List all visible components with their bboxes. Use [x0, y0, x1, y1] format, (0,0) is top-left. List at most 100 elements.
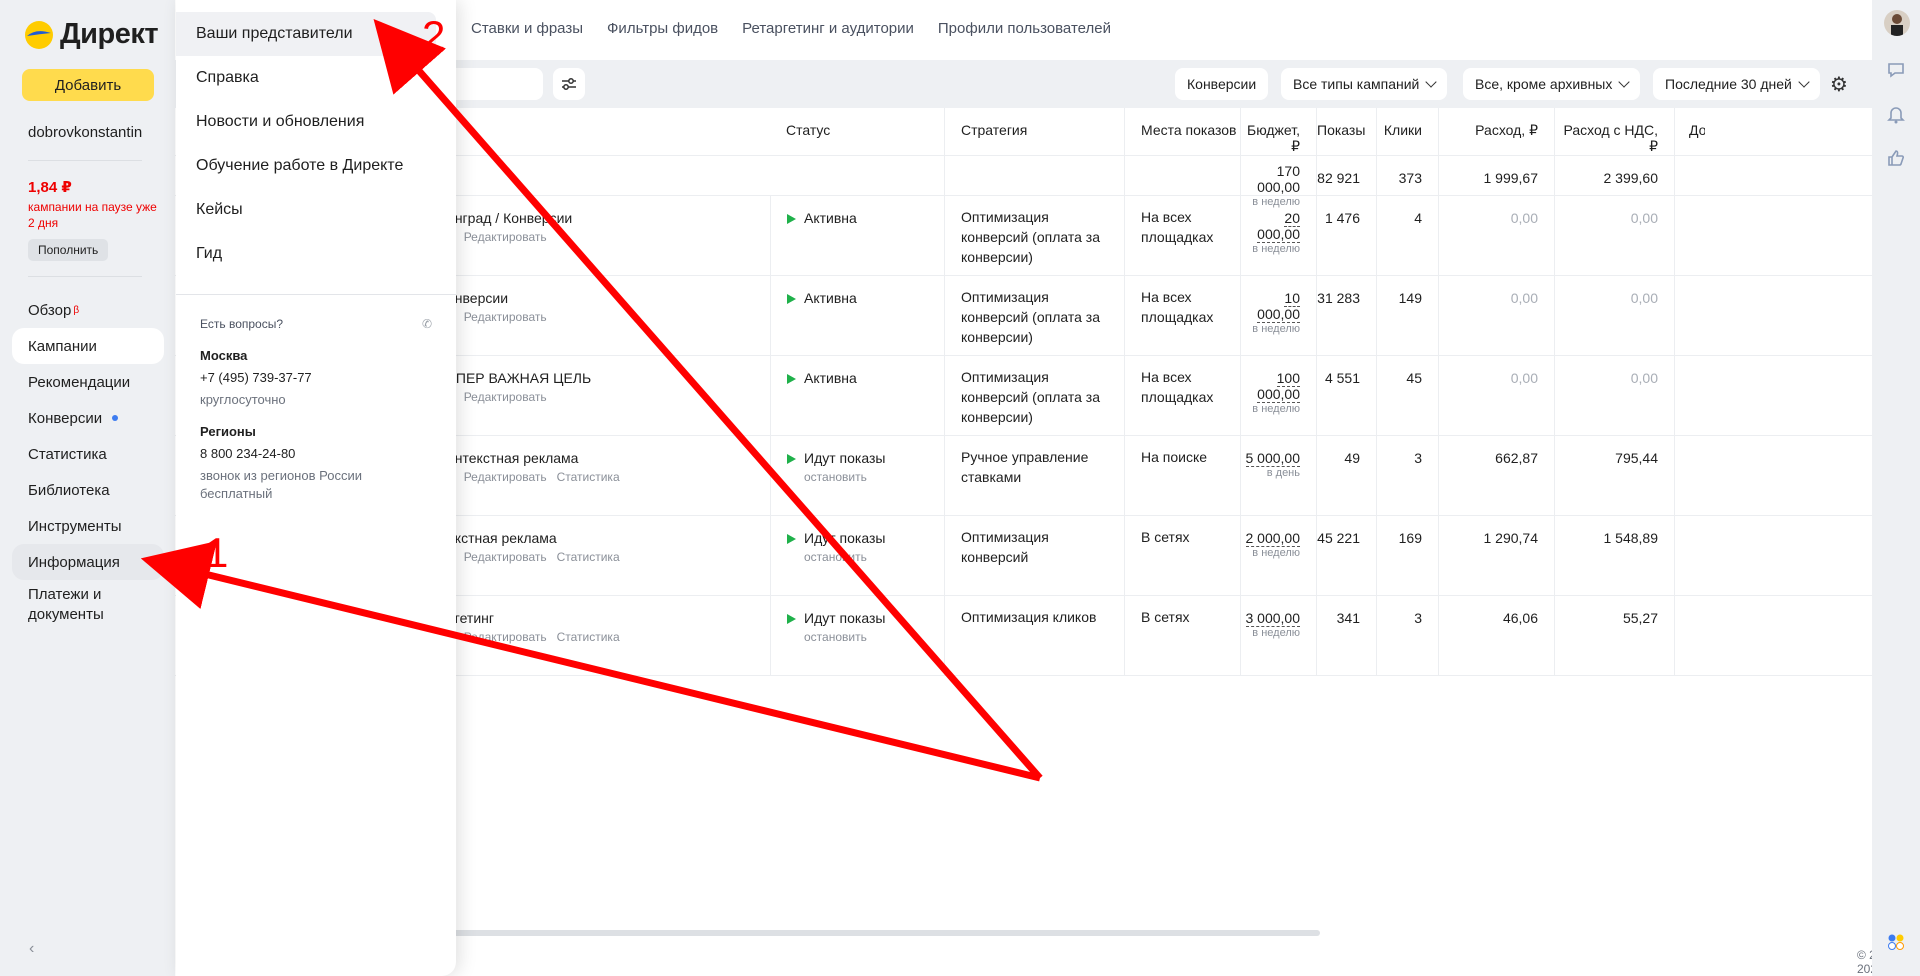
budget-period: в неделю [1252, 627, 1300, 639]
impressions-cell: 45 221 [1317, 516, 1377, 595]
spend-cell: 46,06 [1439, 596, 1555, 675]
col-spend[interactable]: Расход, ₽ [1439, 108, 1555, 155]
sidebar-item-conversions[interactable]: Конверсии [12, 400, 164, 436]
gear-icon[interactable]: ⚙ [1830, 72, 1848, 97]
campaign-actions[interactable]: и Редактировать Статистика [447, 550, 770, 564]
tab-user-profiles[interactable]: Профили пользователей [938, 20, 1111, 37]
campaign-actions[interactable]: и Редактировать [447, 390, 770, 404]
period-select[interactable]: Последние 30 дней [1653, 68, 1820, 100]
apps-icon[interactable] [1884, 930, 1908, 954]
col-status[interactable]: Статус [770, 108, 945, 155]
divider [28, 160, 142, 161]
budget-value[interactable]: 3 000,00 [1245, 610, 1300, 627]
campaign-actions[interactable]: и Редактировать [447, 310, 770, 324]
sidebar-item-label: Инструменты [28, 517, 122, 535]
collapse-sidebar-icon[interactable]: ‹ [29, 940, 34, 958]
left-sidebar: Директ Добавить dobrovkonstantin 1,84 ₽ … [0, 0, 175, 976]
chip-label: Последние 30 дней [1665, 76, 1792, 92]
bell-icon[interactable] [1884, 102, 1908, 126]
stop-link[interactable]: остановить [787, 550, 944, 564]
campaign-name-cell: екстная реклама и Редактировать Статистик… [447, 516, 770, 595]
stop-link[interactable]: остановить [787, 470, 944, 484]
clicks-cell: 4 [1377, 196, 1439, 275]
strategy-cell: Оптимизация конверсий [945, 516, 1125, 595]
col-clicks[interactable]: Клики [1377, 108, 1439, 155]
sidebar-nav: Обзор β Кампании Рекомендации Конверсии С… [12, 292, 164, 630]
sidebar-item-statistics[interactable]: Статистика [12, 436, 164, 472]
impressions-cell: 31 283 [1317, 276, 1377, 355]
menu-item-cases[interactable]: Кейсы [176, 188, 456, 232]
tab-retargeting[interactable]: Ретаргетинг и аудитории [742, 20, 914, 37]
campaign-name[interactable]: инград / Конверсии [447, 210, 770, 226]
campaign-actions[interactable]: и Редактировать Статистика [447, 630, 770, 644]
play-icon [787, 294, 796, 305]
sidebar-item-label: Библиотека [28, 481, 110, 499]
chat-icon[interactable] [1884, 58, 1908, 82]
sidebar-item-information[interactable]: Информация [12, 544, 164, 580]
sidebar-item-library[interactable]: Библиотека [12, 472, 164, 508]
moscow-phone[interactable]: +7 (495) 739-37-77 [200, 369, 432, 387]
places-cell: На всех площадках [1125, 356, 1241, 435]
spend-vat-cell: 55,27 [1555, 596, 1675, 675]
username[interactable]: dobrovkonstantin [28, 124, 142, 141]
balance-amount: 1,84 ₽ [28, 179, 72, 196]
phone-icon: ✆ [421, 317, 432, 331]
menu-item-representatives[interactable]: Ваши представители [176, 12, 436, 56]
total-impressions: 82 921 [1317, 156, 1377, 195]
menu-item-help[interactable]: Справка [176, 56, 456, 100]
budget-value[interactable]: 20 000,00 [1257, 210, 1300, 243]
col-spend-vat[interactable]: Расход с НДС, ₽ [1555, 108, 1675, 155]
horizontal-scrollbar[interactable] [360, 930, 1320, 936]
tab-bids-phrases[interactable]: Ставки и фразы [471, 20, 583, 37]
sidebar-item-label: Информация [28, 553, 120, 571]
campaign-type-select[interactable]: Все типы кампаний [1281, 68, 1448, 100]
campaign-name[interactable]: онверсии [447, 290, 770, 306]
sidebar-item-campaigns[interactable]: Кампании [12, 328, 164, 364]
col-impressions[interactable]: Показы [1317, 108, 1377, 155]
menu-item-guide[interactable]: Гид [176, 232, 456, 276]
campaign-name[interactable]: УПЕР ВАЖНАЯ ЦЕЛЬ [447, 370, 770, 386]
total-budget: 170 000,00 в неделю [1241, 156, 1317, 208]
col-strategy[interactable]: Стратегия [945, 108, 1125, 155]
budget-value[interactable]: 10 000,00 [1257, 290, 1300, 323]
campaign-name[interactable]: ргетинг [447, 610, 770, 626]
regions-phone[interactable]: 8 800 234-24-80 [200, 445, 432, 463]
campaign-actions[interactable]: и Редактировать Статистика [447, 470, 770, 484]
sidebar-item-payments[interactable]: Платежи и документы [12, 580, 164, 630]
topup-button[interactable]: Пополнить [28, 239, 109, 261]
moscow-note: круглосуточно [200, 392, 286, 407]
conversions-toggle[interactable]: Конверсии [1175, 68, 1269, 100]
budget-value[interactable]: 5 000,00 [1245, 450, 1300, 467]
col-places[interactable]: Места показов [1125, 108, 1241, 155]
brand-logo[interactable]: Директ [24, 18, 159, 51]
status-text: Активна [804, 210, 857, 226]
stop-link[interactable]: остановить [787, 630, 944, 644]
chevron-down-icon [1618, 76, 1631, 88]
clicks-cell: 3 [1377, 596, 1439, 675]
campaign-name-cell: инград / Конверсии и Редактировать [447, 196, 770, 275]
add-button[interactable]: Добавить [22, 69, 154, 101]
avatar[interactable] [1884, 10, 1910, 36]
spend-vat-cell: 0,00 [1555, 356, 1675, 435]
menu-item-training[interactable]: Обучение работе в Директе [176, 144, 456, 188]
tab-feed-filters[interactable]: Фильтры фидов [607, 20, 718, 37]
thumbs-up-icon[interactable] [1884, 146, 1908, 170]
col-extra[interactable]: До [1675, 108, 1705, 155]
menu-item-news[interactable]: Новости и обновления [176, 100, 456, 144]
sidebar-item-overview[interactable]: Обзор β [12, 292, 164, 328]
budget-period: в день [1266, 467, 1300, 479]
right-rail [1872, 0, 1920, 976]
play-icon [787, 214, 796, 225]
sidebar-item-tools[interactable]: Инструменты [12, 508, 164, 544]
campaign-actions[interactable]: и Редактировать [447, 230, 770, 244]
archive-filter-select[interactable]: Все, кроме архивных [1463, 68, 1641, 100]
clicks-cell: 169 [1377, 516, 1439, 595]
col-budget[interactable]: Бюджет, ₽ [1241, 108, 1317, 155]
campaign-name-cell: онтекстная реклама и Редактировать Статис… [447, 436, 770, 515]
filter-settings-button[interactable] [553, 68, 585, 100]
campaign-name[interactable]: онтекстная реклама [447, 450, 770, 466]
campaign-name[interactable]: екстная реклама [447, 530, 770, 546]
budget-value[interactable]: 100 000,00 [1257, 370, 1300, 403]
sidebar-item-recommendations[interactable]: Рекомендации [12, 364, 164, 400]
budget-value[interactable]: 2 000,00 [1245, 530, 1300, 547]
